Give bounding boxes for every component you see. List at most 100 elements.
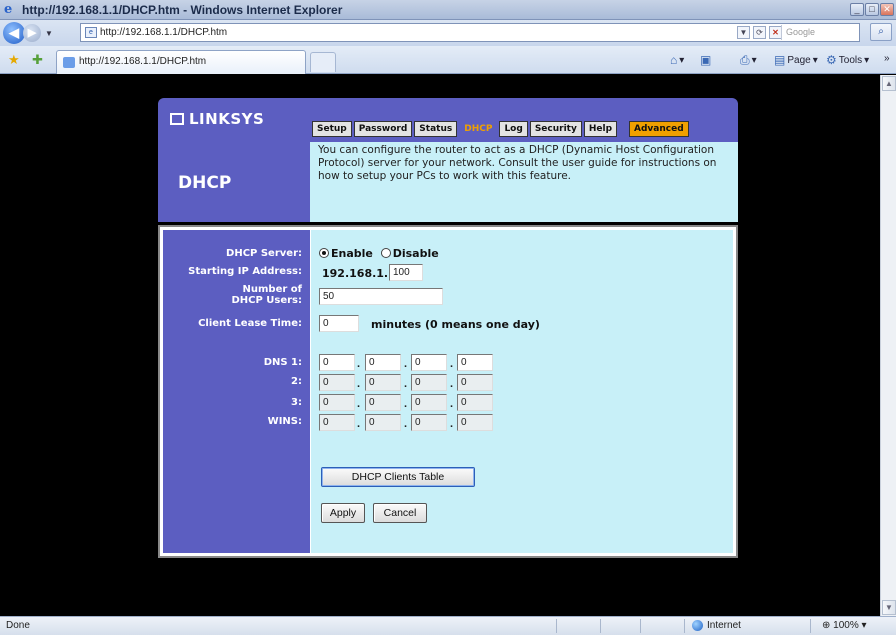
minimize-button[interactable]: _ bbox=[850, 3, 864, 16]
wins-octet-1[interactable]: 0 bbox=[319, 414, 355, 431]
disable-label: Disable bbox=[392, 247, 439, 260]
enable-label: Enable bbox=[331, 247, 373, 260]
start-ip-prefix: 192.168.1. bbox=[322, 267, 389, 280]
dns2-octet-4[interactable]: 0 bbox=[457, 374, 493, 391]
zoom-level[interactable]: ⊕ 100% ▾ bbox=[822, 620, 867, 631]
recent-pages-dropdown[interactable]: ▼ bbox=[45, 29, 55, 38]
dns2-octet-3[interactable]: 0 bbox=[411, 374, 447, 391]
start-ip-last-input[interactable]: 100 bbox=[389, 264, 423, 281]
dns1-label: DNS 1: bbox=[263, 357, 302, 368]
lease-time-suffix: minutes (0 means one day) bbox=[371, 318, 540, 331]
enable-radio[interactable] bbox=[319, 248, 329, 258]
dns2-octet-1[interactable]: 0 bbox=[319, 374, 355, 391]
search-button[interactable]: ⌕ bbox=[870, 23, 892, 41]
maximize-button[interactable]: □ bbox=[865, 3, 879, 16]
status-divider bbox=[810, 619, 811, 633]
lease-time-input[interactable]: 0 bbox=[319, 315, 359, 332]
feeds-button[interactable]: ▣ bbox=[700, 53, 711, 67]
brand-name: LINKSYS bbox=[189, 110, 265, 128]
cancel-button[interactable]: Cancel bbox=[373, 503, 427, 523]
wins-octet-2[interactable]: 0 bbox=[365, 414, 401, 431]
page-title: DHCP bbox=[178, 173, 232, 193]
num-users-label-line1: Number of bbox=[242, 284, 302, 295]
vertical-scrollbar[interactable]: ▲ ▼ bbox=[880, 75, 896, 616]
dns2-octet-2[interactable]: 0 bbox=[365, 374, 401, 391]
status-divider bbox=[600, 619, 601, 633]
wins-octet-3[interactable]: 0 bbox=[411, 414, 447, 431]
scroll-up-icon[interactable]: ▲ bbox=[882, 76, 896, 91]
page-icon: e bbox=[85, 27, 97, 38]
window-controls: _ □ ✕ bbox=[850, 3, 894, 16]
dhcp-clients-table-button[interactable]: DHCP Clients Table bbox=[321, 467, 475, 487]
tab-title: http://192.168.1.1/DHCP.htm bbox=[79, 56, 207, 67]
address-row: ◀ ▶ ▼ e http://192.168.1.1/DHCP.htm ▼ ⟳ … bbox=[0, 20, 896, 46]
linksys-logo: LINKSYS bbox=[170, 110, 264, 128]
dhcp-server-options: Enable Disable bbox=[319, 247, 439, 260]
ie-logo-icon: e bbox=[4, 1, 13, 17]
dns2-dot-2: . bbox=[404, 378, 408, 390]
dns1-dot-3: . bbox=[450, 358, 454, 370]
dns1-octet-4[interactable]: 0 bbox=[457, 354, 493, 371]
dns1-octet-1[interactable]: 0 bbox=[319, 354, 355, 371]
add-favorite-icon[interactable]: ✚ bbox=[32, 52, 43, 68]
status-divider bbox=[640, 619, 641, 633]
dns1-octet-3[interactable]: 0 bbox=[411, 354, 447, 371]
wins-dot-3: . bbox=[450, 418, 454, 430]
security-zone[interactable]: Internet bbox=[692, 620, 741, 631]
dns3-octet-4[interactable]: 0 bbox=[457, 394, 493, 411]
toolbar-overflow[interactable]: » bbox=[884, 53, 890, 64]
tab-dhcp[interactable]: DHCP bbox=[459, 121, 498, 137]
tab-log[interactable]: Log bbox=[499, 121, 528, 137]
home-button[interactable]: ⌂ ▾ bbox=[670, 53, 684, 67]
browser-tab[interactable]: http://192.168.1.1/DHCP.htm bbox=[56, 50, 306, 74]
status-bar: Done Internet ⊕ 100% ▾ bbox=[0, 616, 896, 635]
disable-radio[interactable] bbox=[380, 248, 391, 258]
apply-button[interactable]: Apply bbox=[321, 503, 365, 523]
tab-password[interactable]: Password bbox=[353, 121, 413, 137]
tab-row: ★ ✚ http://192.168.1.1/DHCP.htm ⌂ ▾ ▣ ⎙ ▾ … bbox=[0, 46, 896, 74]
dns2-dot-3: . bbox=[450, 378, 454, 390]
status-text: Done bbox=[6, 620, 30, 631]
num-users-input[interactable]: 50 bbox=[319, 288, 443, 305]
dns3-octet-3[interactable]: 0 bbox=[411, 394, 447, 411]
scroll-down-icon[interactable]: ▼ bbox=[882, 600, 896, 615]
address-bar[interactable]: e http://192.168.1.1/DHCP.htm ▼ ⟳ ✕ Goog… bbox=[80, 23, 860, 42]
back-button[interactable]: ◀ bbox=[3, 22, 25, 44]
dns1-octet-2[interactable]: 0 bbox=[365, 354, 401, 371]
dhcp-server-label: DHCP Server: bbox=[226, 248, 302, 259]
refresh-icon[interactable]: ⟳ bbox=[753, 26, 766, 39]
wins-dot-2: . bbox=[404, 418, 408, 430]
favorites-star-icon[interactable]: ★ bbox=[8, 52, 20, 68]
window-title: http://192.168.1.1/DHCP.htm - Windows In… bbox=[22, 2, 343, 17]
router-nav-tabs: Setup Password Status DHCP Log Security … bbox=[312, 121, 689, 137]
page-menu-label: Page bbox=[787, 54, 811, 66]
tab-security[interactable]: Security bbox=[529, 121, 582, 137]
tab-help[interactable]: Help bbox=[583, 121, 618, 137]
status-divider bbox=[556, 619, 557, 633]
tab-setup[interactable]: Setup bbox=[312, 121, 352, 137]
dns1-dot-1: . bbox=[357, 358, 361, 370]
tools-menu[interactable]: ⚙ Tools ▾ bbox=[826, 53, 869, 67]
gear-icon: ⚙ bbox=[826, 53, 837, 67]
dns2-dot-1: . bbox=[357, 378, 361, 390]
page-menu[interactable]: ▤ Page ▾ bbox=[774, 53, 818, 67]
print-button[interactable]: ⎙ ▾ bbox=[740, 53, 757, 68]
tab-status[interactable]: Status bbox=[414, 121, 458, 137]
dns3-dot-2: . bbox=[404, 398, 408, 410]
feeds-icon: ▣ bbox=[700, 53, 712, 67]
wins-label: WINS: bbox=[267, 416, 302, 427]
page-viewport: LINKSYS DHCP Setup Password Status DHCP … bbox=[0, 75, 880, 616]
header-left-panel: LINKSYS DHCP bbox=[158, 98, 310, 222]
dns2-label: 2: bbox=[291, 376, 302, 387]
tab-advanced[interactable]: Advanced bbox=[629, 121, 689, 137]
address-url[interactable]: http://192.168.1.1/DHCP.htm bbox=[100, 27, 227, 38]
forward-button[interactable]: ▶ bbox=[23, 24, 41, 42]
dns3-octet-1[interactable]: 0 bbox=[319, 394, 355, 411]
form-label-column: DHCP Server: Starting IP Address: Number… bbox=[163, 230, 310, 553]
dns3-octet-2[interactable]: 0 bbox=[365, 394, 401, 411]
close-button[interactable]: ✕ bbox=[880, 3, 894, 16]
lease-time-label: Client Lease Time: bbox=[198, 318, 302, 329]
new-tab-button[interactable] bbox=[310, 52, 336, 72]
wins-octet-4[interactable]: 0 bbox=[457, 414, 493, 431]
address-dropdown-icon[interactable]: ▼ bbox=[737, 26, 750, 39]
